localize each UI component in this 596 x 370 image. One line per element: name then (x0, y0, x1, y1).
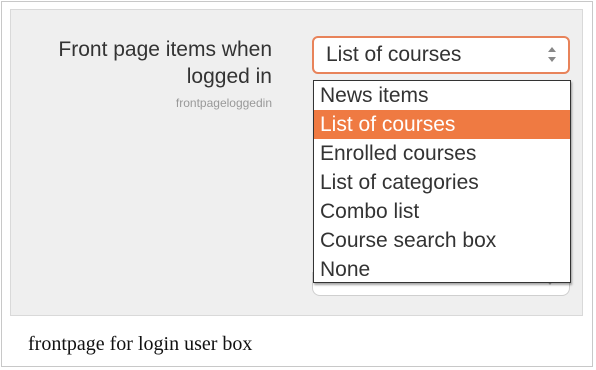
option-news-items[interactable]: News items (314, 81, 570, 110)
option-none[interactable]: None (314, 255, 570, 284)
select-dropdown-list: News items List of courses Enrolled cour… (313, 80, 571, 283)
setting-label: Front page items when logged in (58, 38, 272, 88)
front-page-items-select[interactable]: List of courses (312, 36, 570, 74)
updown-arrows-icon (548, 45, 558, 65)
option-list-of-courses[interactable]: List of courses (314, 110, 570, 139)
figure-caption: frontpage for login user box (28, 333, 253, 355)
option-enrolled-courses[interactable]: Enrolled courses (314, 139, 570, 168)
option-list-of-categories[interactable]: List of categories (314, 168, 570, 197)
select-current-value: List of courses (326, 43, 462, 66)
option-combo-list[interactable]: Combo list (314, 197, 570, 226)
option-course-search-box[interactable]: Course search box (314, 226, 570, 255)
setting-key: frontpageloggedin (175, 96, 272, 110)
